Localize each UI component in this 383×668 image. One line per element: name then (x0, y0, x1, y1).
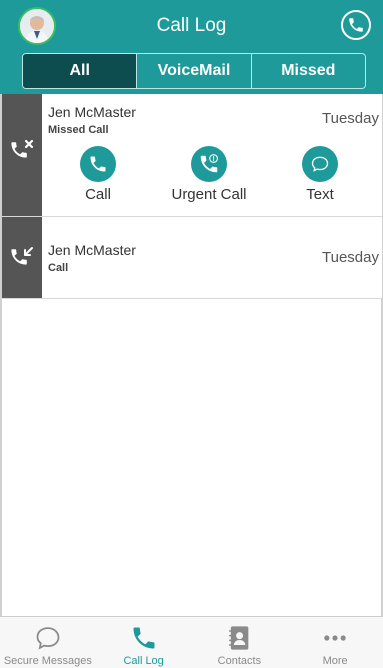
urgent-call-action-circle (191, 146, 227, 182)
call-back-button[interactable]: Call (53, 146, 143, 203)
urgent-call-action-label: Urgent Call (171, 186, 247, 203)
call-log-row[interactable]: Jen McMaster Call Tuesday (2, 217, 382, 299)
phone-icon (349, 18, 363, 32)
tab-missed[interactable]: Missed (250, 54, 365, 88)
missed-call-icon (11, 139, 34, 158)
incoming-call-icon (11, 247, 33, 265)
caller-name: Jen McMaster (48, 104, 136, 120)
chat-bubble-icon (36, 627, 60, 650)
missed-call-indicator (2, 94, 42, 216)
caller-name: Jen McMaster (48, 242, 136, 258)
tab-label: Call Log (123, 655, 164, 667)
text-action-label: Text (306, 186, 334, 203)
chat-bubble-icon (311, 156, 329, 172)
tab-contacts[interactable]: Contacts (192, 617, 288, 668)
more-dots-icon (324, 635, 346, 641)
tab-secure-messages[interactable]: Secure Messages (0, 617, 96, 668)
page-title: Call Log (156, 15, 227, 36)
incoming-call-indicator (2, 217, 42, 298)
tab-call-log[interactable]: Call Log (96, 617, 192, 668)
text-action-circle (302, 146, 338, 182)
tab-label: Contacts (217, 655, 262, 667)
call-date: Tuesday (322, 110, 379, 127)
call-action-circle (80, 146, 116, 182)
tab-voicemail[interactable]: VoiceMail (136, 54, 250, 88)
call-date: Tuesday (322, 249, 379, 266)
bottom-tab-bar: Secure Messages Call Log Contacts More (0, 616, 383, 668)
header-bar: Call Log All VoiceMail Missed (0, 0, 383, 94)
call-type: Call (48, 262, 69, 274)
phone-icon (90, 156, 106, 172)
new-call-button[interactable] (341, 10, 371, 40)
call-filter-segmented-control: All VoiceMail Missed (22, 53, 366, 89)
tab-all[interactable]: All (23, 54, 137, 88)
tab-label: More (322, 655, 348, 667)
call-action-label: Call (85, 186, 111, 203)
urgent-phone-icon (200, 154, 218, 173)
address-book-icon (229, 626, 249, 650)
text-message-button[interactable]: Text (275, 146, 365, 203)
tab-more[interactable]: More (287, 617, 383, 668)
urgent-call-button[interactable]: Urgent Call (163, 146, 255, 203)
phone-icon (133, 627, 155, 649)
call-type: Missed Call (48, 124, 109, 136)
tab-label: Secure Messages (3, 655, 92, 667)
call-log-row[interactable]: Jen McMaster Missed Call Tuesday Call Ur… (2, 94, 382, 217)
